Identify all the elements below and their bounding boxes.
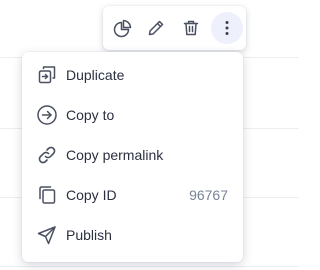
- menu-item-copy-id[interactable]: Copy ID 96767: [22, 174, 243, 214]
- send-icon: [36, 224, 58, 246]
- menu-item-label: Copy ID: [66, 187, 117, 203]
- menu-item-copy-permalink[interactable]: Copy permalink: [22, 134, 243, 174]
- action-toolbar: [103, 6, 246, 50]
- menu-item-label: Publish: [66, 227, 112, 243]
- menu-item-label: Duplicate: [66, 67, 125, 83]
- menu-item-label: Copy to: [66, 107, 115, 123]
- page: Duplicate Copy to Copy permalink Copy ID…: [0, 0, 299, 270]
- chart-button[interactable]: [107, 12, 139, 44]
- item-id-value: 96767: [189, 187, 228, 203]
- menu-item-publish[interactable]: Publish: [22, 214, 243, 254]
- copy-icon: [36, 184, 58, 206]
- more-options-button[interactable]: [211, 12, 243, 44]
- edit-button[interactable]: [140, 12, 172, 44]
- duplicate-icon: [36, 64, 58, 86]
- delete-button[interactable]: [175, 12, 207, 44]
- more-vertical-icon: [217, 18, 237, 38]
- background-row-divider: [0, 266, 299, 267]
- link-icon: [36, 144, 58, 166]
- pie-chart-icon: [113, 18, 133, 38]
- menu-item-label: Copy permalink: [66, 147, 164, 163]
- menu-item-copy-to[interactable]: Copy to: [22, 94, 243, 134]
- menu-item-duplicate[interactable]: Duplicate: [22, 54, 243, 94]
- arrow-right-circle-icon: [36, 104, 58, 126]
- more-options-menu: Duplicate Copy to Copy permalink Copy ID…: [22, 52, 243, 262]
- trash-icon: [181, 18, 201, 38]
- pencil-icon: [146, 18, 166, 38]
